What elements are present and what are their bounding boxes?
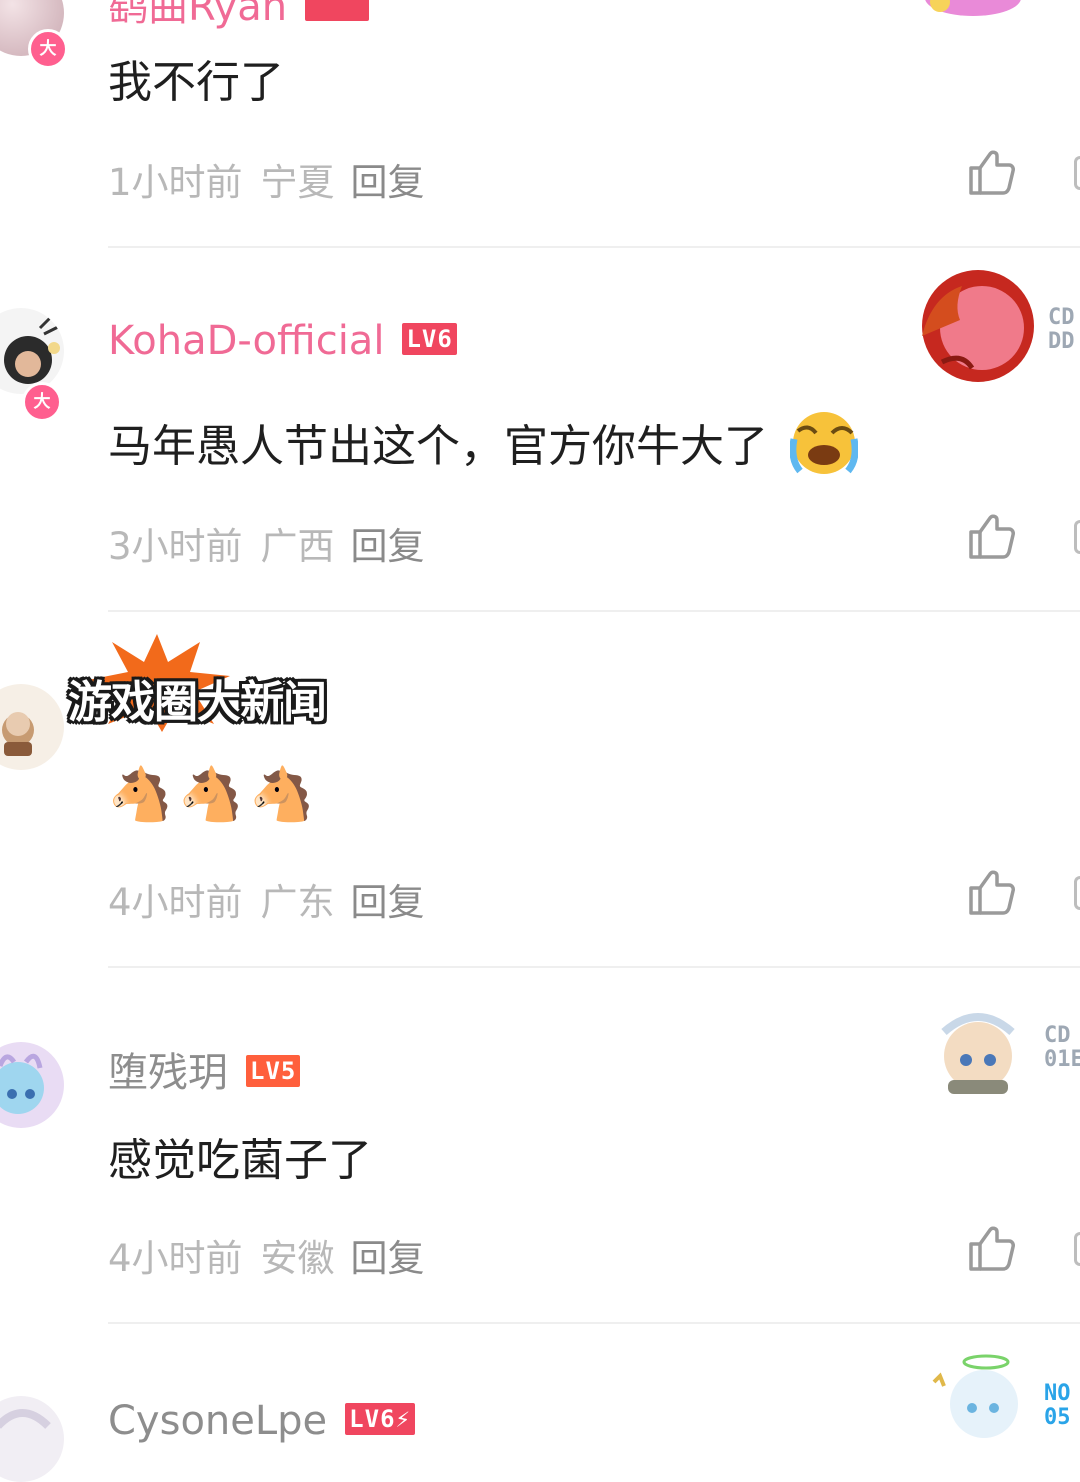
- level-badge: LV6⚡: [345, 1403, 415, 1435]
- vip-badge: 大: [28, 29, 68, 69]
- more-icon[interactable]: [1074, 520, 1080, 554]
- username-text: CysoneLpe: [108, 1398, 328, 1444]
- username-text: 鹞曲Ryan: [108, 0, 288, 30]
- username[interactable]: 鹞曲Ryan LV: [108, 0, 370, 32]
- comment-text-content: 马年愚人节出这个，官方你牛大了: [108, 421, 768, 472]
- comment-location: 广东: [260, 881, 335, 924]
- decoration-code: CD 01E: [1044, 1023, 1080, 1072]
- divider: [108, 246, 1080, 248]
- overlay-title: 游戏圈大新闻: [68, 677, 327, 728]
- more-icon[interactable]: [1074, 876, 1080, 910]
- username[interactable]: CysoneLpe LV6⚡: [108, 1398, 415, 1444]
- comment-meta: 1小时前 宁夏 回复: [108, 152, 425, 206]
- comment-meta: 4小时前 广东 回复: [108, 872, 425, 926]
- level-badge: LV6: [402, 323, 457, 355]
- user-avatar[interactable]: [0, 1396, 64, 1482]
- comment-time: 3小时前: [108, 525, 243, 568]
- vip-badge: 大: [22, 382, 62, 422]
- comment-location: 安徽: [260, 1237, 335, 1280]
- comment-time: 4小时前: [108, 881, 243, 924]
- username-text: KohaD-official: [108, 318, 385, 364]
- divider: [108, 610, 1080, 612]
- thumbs-up-icon[interactable]: [966, 510, 1018, 562]
- comment-time: 1小时前: [108, 161, 243, 204]
- avatar-decoration: [941, 1013, 1015, 1094]
- user-avatar[interactable]: [0, 684, 64, 770]
- user-avatar[interactable]: [0, 1042, 64, 1128]
- thumbs-up-icon[interactable]: [966, 866, 1018, 918]
- more-icon[interactable]: [1074, 1232, 1080, 1266]
- comment-meta: 4小时前 安徽 回复: [108, 1228, 425, 1282]
- level-badge: LV: [305, 0, 370, 21]
- divider: [108, 966, 1080, 968]
- comment-location: 宁夏: [260, 161, 335, 204]
- more-icon[interactable]: [1074, 156, 1080, 190]
- comment-text: 我不行了: [108, 57, 284, 108]
- comment-text: 马年愚人节出这个，官方你牛大了: [108, 410, 859, 483]
- reply-button[interactable]: 回复: [351, 161, 425, 204]
- comment-meta: 3小时前 广西 回复: [108, 516, 425, 570]
- username[interactable]: KohaD-official LV6: [108, 318, 457, 364]
- comment-text: 🐴🐴🐴: [108, 765, 321, 825]
- avatar-decoration: [932, 1354, 1018, 1438]
- reply-button[interactable]: 回复: [351, 525, 425, 568]
- decoration-code: CD DD: [1048, 305, 1075, 354]
- thumbs-up-icon[interactable]: [966, 146, 1018, 198]
- comment-time: 4小时前: [108, 1237, 243, 1280]
- avatar-decoration: [922, 270, 1034, 382]
- username-text: 堕残玥: [108, 1050, 228, 1096]
- thumbs-up-icon[interactable]: [966, 1222, 1018, 1274]
- divider: [108, 1322, 1080, 1324]
- level-badge: LV5: [246, 1055, 301, 1087]
- reply-button[interactable]: 回复: [351, 1237, 425, 1280]
- user-avatar[interactable]: [0, 308, 64, 394]
- comment-text: 感觉吃菌子了: [108, 1135, 372, 1186]
- comment-location: 广西: [260, 525, 335, 568]
- avatar-decoration: [925, 0, 1021, 16]
- laughing-crying-emoji-icon: [789, 412, 859, 474]
- decoration-code: NO 05: [1044, 1381, 1071, 1430]
- reply-button[interactable]: 回复: [351, 881, 425, 924]
- username[interactable]: 堕残玥 LV5: [108, 1040, 301, 1098]
